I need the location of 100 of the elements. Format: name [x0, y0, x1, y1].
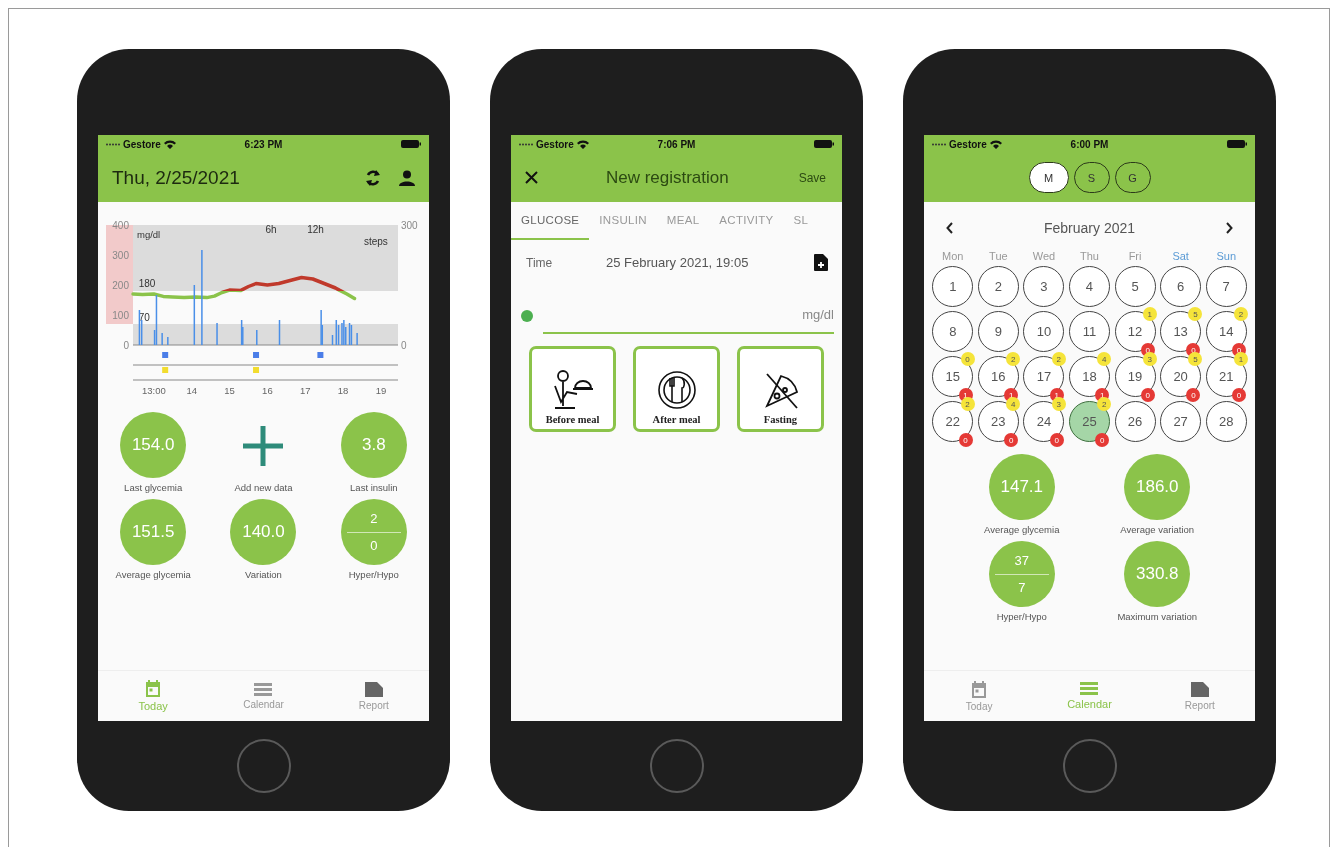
screen-title: New registration	[604, 167, 730, 188]
hypo-badge: 0	[1232, 388, 1246, 402]
calendar-day[interactable]: 26	[1114, 401, 1156, 442]
status-time: 6:23 PM	[244, 138, 283, 150]
x-tick-label: 17	[299, 385, 311, 396]
calendar-day[interactable]: 28	[1205, 401, 1247, 442]
stat-label: Hyper/Hypo	[996, 611, 1047, 622]
hyper-badge: 4	[1097, 352, 1112, 366]
weekday-label: Wed	[1031, 250, 1057, 262]
add-icon[interactable]	[243, 426, 284, 466]
stat-value: 140.0	[230, 499, 297, 565]
hyper-badge: 5	[1188, 352, 1203, 366]
hyper-badge: 4	[1006, 397, 1021, 411]
stat-label: Last insulin	[350, 482, 398, 493]
hypo-count: 7	[1018, 578, 1026, 597]
calendar-icon	[971, 680, 988, 698]
y-axis-label: mg/dl	[137, 229, 161, 240]
status-dot	[521, 310, 533, 322]
previous-icon[interactable]	[946, 222, 954, 234]
calendar-day[interactable]: 10	[1023, 311, 1065, 352]
calendar-icon	[145, 680, 162, 697]
calendar-day[interactable]: 7	[1205, 266, 1247, 307]
weekday-label: Thu	[1079, 250, 1100, 262]
plate-icon	[656, 370, 697, 410]
stat-value: 154.0	[120, 412, 187, 478]
home-button[interactable]	[1062, 739, 1117, 793]
x-tick-label: 19	[375, 385, 387, 396]
chart-annotation: 70	[138, 312, 150, 323]
month-title: February 2021	[1043, 220, 1136, 236]
list-icon	[1080, 682, 1099, 695]
hyper-badge: 2	[1234, 307, 1248, 321]
calendar-day[interactable]: 6	[1160, 266, 1202, 307]
calendar-day[interactable]: 3	[1023, 266, 1065, 307]
chart-annotation: 180	[138, 278, 156, 290]
hypo-badge: 0	[1004, 433, 1019, 447]
status-time: 7:06 PM	[657, 138, 696, 150]
calendar-day[interactable]: 9	[977, 311, 1019, 352]
stat-label: Average glycemia	[115, 569, 191, 580]
calendar-day[interactable]: 2	[977, 266, 1019, 307]
time-label: Time	[526, 255, 554, 270]
calendar-day[interactable]: 27	[1160, 401, 1202, 442]
hyper-badge: 2	[1006, 352, 1021, 366]
calendar-day[interactable]: 4	[1069, 266, 1110, 307]
person-icon[interactable]	[399, 169, 415, 186]
weekday-label: Sun	[1215, 250, 1237, 262]
hypo-badge: 0	[1095, 433, 1110, 447]
stat-value: 330.8	[1124, 541, 1191, 607]
segment-toggle[interactable]: M	[1028, 162, 1069, 193]
calendar-day[interactable]: 8	[932, 311, 974, 352]
y-tick-label: 300	[112, 250, 129, 261]
document-icon	[1190, 681, 1209, 697]
status-time: 6:00 PM	[1070, 138, 1109, 150]
hyper-badge: 5	[1188, 307, 1203, 321]
y-tick-label: 100	[112, 310, 129, 321]
battery-icon	[401, 140, 421, 148]
hyper-badge: 0	[960, 352, 975, 366]
battery-icon	[814, 140, 834, 148]
stat-label: Maximum variation	[1117, 611, 1198, 622]
wifi-icon	[989, 139, 1002, 149]
save-button[interactable]: Save	[796, 168, 828, 187]
hypo-badge: 0	[958, 433, 973, 447]
close-icon[interactable]	[525, 171, 538, 184]
hyper-count: 37	[1014, 551, 1029, 570]
x-tick-label: 16	[262, 385, 273, 396]
signal-icon	[519, 142, 533, 146]
x-tick-label: 14	[186, 385, 197, 396]
stat-label: Variation	[245, 569, 282, 580]
home-button[interactable]	[649, 739, 704, 793]
stat-value: 151.5	[120, 499, 187, 565]
calendar-day[interactable]: 11	[1069, 311, 1110, 352]
glucose-input-field[interactable]: mg/dl	[543, 307, 834, 334]
time-value[interactable]: 25 February 2021, 19:05	[606, 255, 814, 270]
x-tick-label: 18	[337, 385, 349, 396]
meal-option[interactable]: After meal	[633, 346, 720, 432]
hyper-badge: 1	[1234, 352, 1248, 366]
next-icon[interactable]	[1225, 222, 1233, 234]
stat-label: Average variation	[1120, 524, 1195, 535]
weekday-label: Mon	[941, 250, 965, 262]
right-tick-label: 300	[401, 220, 418, 231]
hyper-badge: 1	[1142, 307, 1157, 321]
home-button[interactable]	[236, 739, 291, 793]
stat-label: Hyper/Hypo	[348, 569, 399, 580]
stat-value: 3.8	[340, 412, 407, 478]
meal-option[interactable]: Fasting	[737, 346, 824, 432]
meal-option[interactable]: Before meal	[529, 346, 616, 432]
hyper-badge: 2	[1097, 397, 1112, 411]
stat-label: Last glycemia	[124, 482, 183, 493]
calendar-day[interactable]: 1	[932, 266, 974, 307]
add-file-icon[interactable]	[814, 254, 828, 271]
hypo-badge: 0	[1049, 433, 1064, 447]
stat-label: Average glycemia	[984, 524, 1060, 535]
battery-icon	[1227, 140, 1247, 148]
document-icon	[364, 681, 383, 697]
entry-tab[interactable]: GLUCOSE	[511, 202, 590, 240]
stat-value: 186.0	[1124, 454, 1191, 520]
refresh-icon[interactable]	[365, 168, 381, 187]
calendar-day[interactable]: 5	[1114, 266, 1156, 307]
stat-label: Add new data	[234, 482, 293, 493]
stat-value: 147.1	[988, 454, 1055, 520]
list-icon	[254, 682, 273, 696]
